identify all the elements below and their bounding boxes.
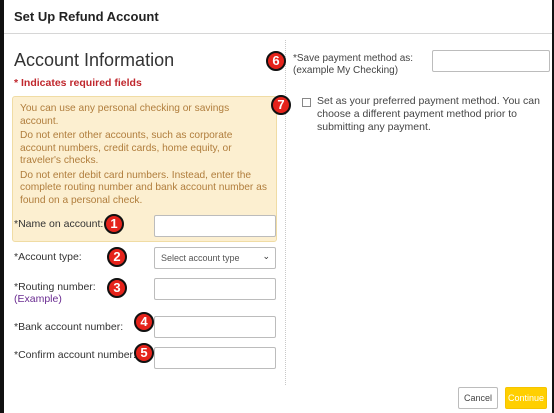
save-method-label: *Save payment method as: (example My Che… xyxy=(293,53,413,77)
name-on-account-label: *Name on account: xyxy=(14,218,104,230)
save-method-label-line: *Save payment method as: xyxy=(293,53,414,64)
step-badge-1: 1 xyxy=(104,214,124,234)
required-fields-note: * Indicates required fields xyxy=(14,77,142,89)
step-badge-6: 6 xyxy=(266,51,286,71)
name-on-account-input[interactable] xyxy=(154,215,276,237)
routing-number-input[interactable] xyxy=(154,278,276,300)
dialog-title: Set Up Refund Account xyxy=(14,9,159,24)
step-badge-5: 5 xyxy=(134,343,154,363)
account-type-selected: Select account type xyxy=(161,253,240,263)
section-title: Account Information xyxy=(14,50,175,70)
account-type-label: *Account type: xyxy=(14,251,82,263)
step-badge-4: 4 xyxy=(134,312,154,332)
confirm-account-number-label: *Confirm account number: xyxy=(14,349,136,361)
save-method-input[interactable] xyxy=(432,50,550,72)
payment-options-column: 6 *Save payment method as: (example My C… xyxy=(266,34,552,413)
step-badge-7: 7 xyxy=(271,95,291,115)
step-badge-2: 2 xyxy=(107,247,127,267)
cancel-button[interactable]: Cancel xyxy=(458,387,498,409)
notice-line: Do not enter debit card numbers. Instead… xyxy=(20,169,267,206)
notice-line: You can use any personal checking or sav… xyxy=(20,103,230,127)
bank-account-number-input[interactable] xyxy=(154,316,276,338)
continue-button[interactable]: Continue xyxy=(505,387,547,409)
preferred-method-checkbox[interactable] xyxy=(302,98,311,107)
bank-account-number-label: *Bank account number: xyxy=(14,321,124,333)
confirm-account-number-input[interactable] xyxy=(154,347,276,369)
account-type-select[interactable]: Select account type ⌄ xyxy=(154,247,276,269)
dialog-header: Set Up Refund Account xyxy=(4,0,552,34)
chevron-down-icon: ⌄ xyxy=(262,251,270,261)
preferred-method-text: Set as your preferred payment method. Yo… xyxy=(317,95,540,133)
routing-example-link[interactable]: (Example) xyxy=(14,293,62,306)
account-info-column: Account Information * Indicates required… xyxy=(4,34,285,413)
notice-line: Do not enter other accounts, such as cor… xyxy=(20,130,233,166)
dialog-window: Set Up Refund Account Account Informatio… xyxy=(0,0,554,413)
save-method-example: (example My Checking) xyxy=(293,65,399,76)
step-badge-3: 3 xyxy=(107,278,127,298)
